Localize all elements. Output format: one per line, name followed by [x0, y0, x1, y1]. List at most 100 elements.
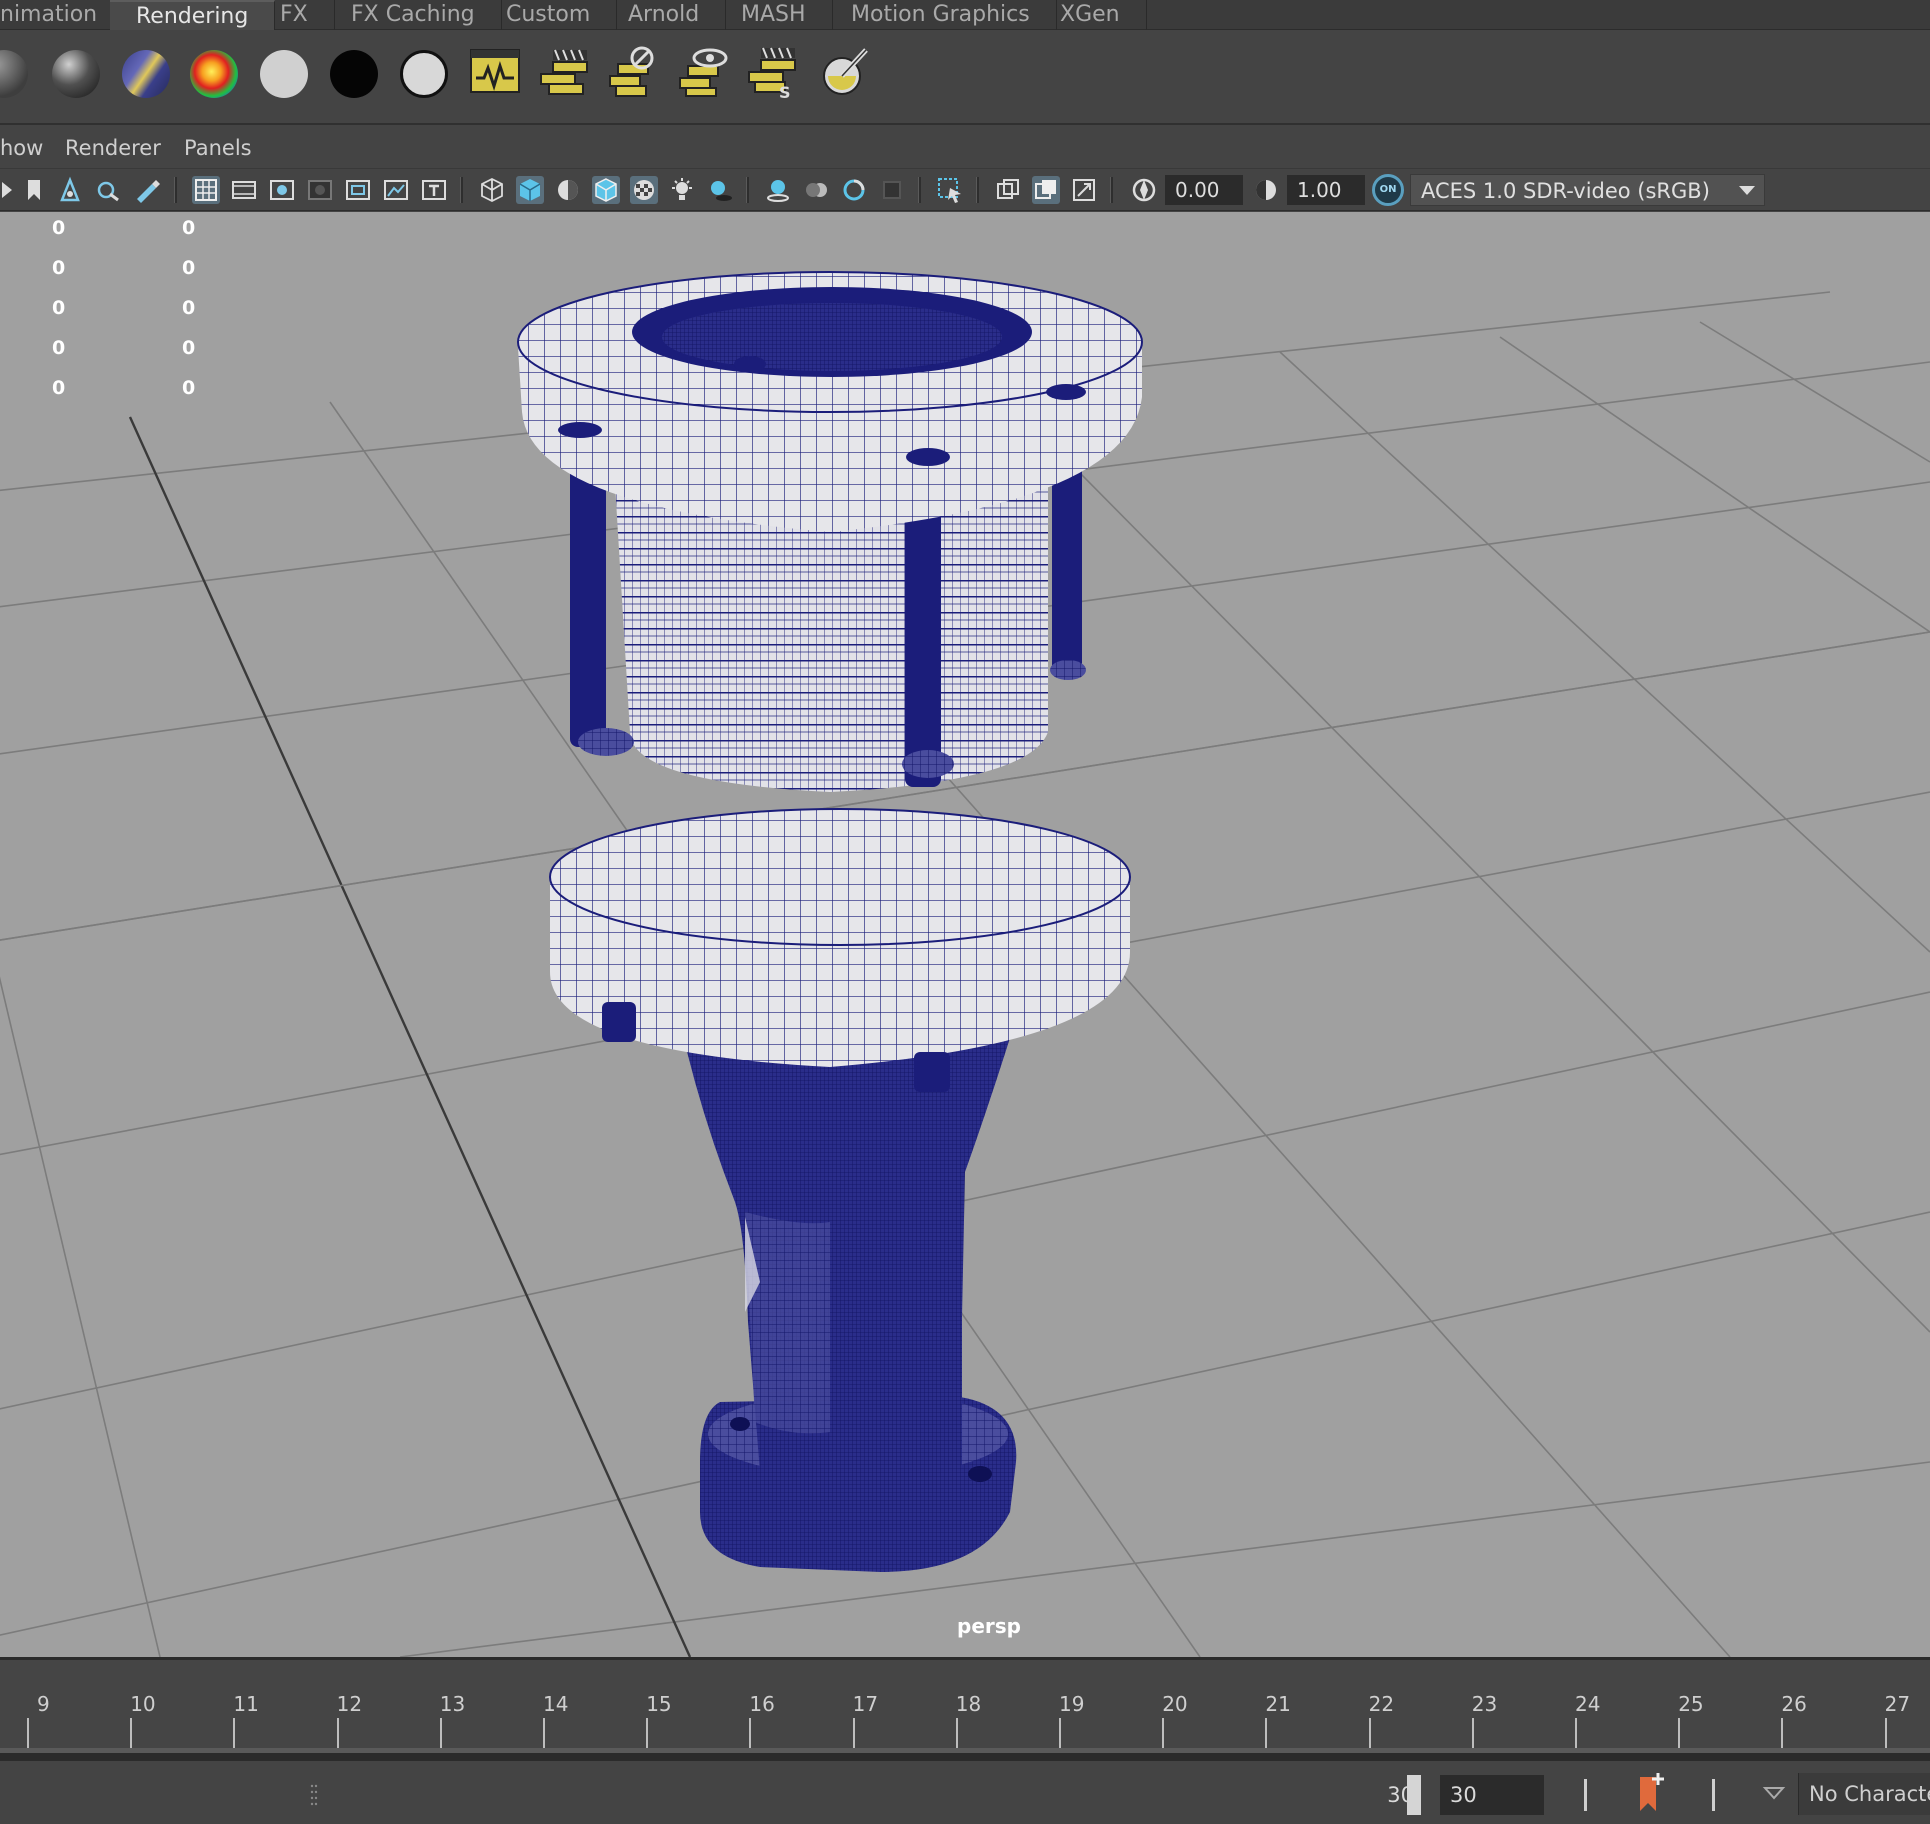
shelf-tab-animation[interactable]: nimation [0, 0, 125, 30]
xray-joints-icon[interactable] [1032, 176, 1060, 204]
gamma-field[interactable]: 1.00 [1287, 175, 1365, 205]
film-gate-icon[interactable] [230, 176, 258, 204]
shelf-tab-custom[interactable]: Custom [480, 0, 618, 30]
timeline-frame-label: 27 [1884, 1692, 1911, 1716]
shelf-tab-rendering[interactable]: Rendering [110, 0, 276, 30]
timeline-frame-label: 12 [336, 1692, 363, 1716]
shelf-tab-fx-caching[interactable]: FX Caching [325, 0, 502, 30]
gamma-icon[interactable] [1252, 176, 1280, 204]
depth-of-field-icon[interactable] [878, 176, 906, 204]
toolbar-separator [1110, 177, 1113, 203]
shelf-tab-motion-graphics[interactable]: Motion Graphics [825, 0, 1057, 30]
timeline-frame-label: 16 [749, 1692, 775, 1716]
surface-shader-white-icon[interactable] [260, 50, 308, 98]
shelf-tab-xgen[interactable]: XGen [1034, 0, 1147, 30]
ipr-render-icon[interactable] [606, 44, 660, 98]
safe-action-icon[interactable] [382, 176, 410, 204]
blinn-sphere-icon[interactable] [52, 50, 100, 98]
render-current-frame-icon[interactable] [537, 44, 591, 98]
toolbar-separator [174, 177, 177, 203]
character-set-dropdown[interactable]: No Character Set [1798, 1773, 1930, 1815]
batch-render-icon[interactable]: S [745, 44, 799, 98]
lambert-sphere-icon[interactable] [0, 50, 28, 98]
perspective-viewport[interactable]: 0000000000 persp [0, 212, 1930, 1657]
hypershade-icon[interactable] [818, 44, 872, 98]
surface-shader-black-icon[interactable] [330, 50, 378, 98]
timeline-tick [1265, 1718, 1268, 1748]
timeline-frame-label: 15 [646, 1692, 672, 1716]
render-view-icon[interactable] [468, 44, 522, 98]
use-background-icon[interactable] [400, 50, 448, 98]
range-slider: 30 30 No Character Set [0, 1753, 1930, 1824]
timeline-tick [1059, 1718, 1061, 1748]
drag-handle-icon[interactable] [310, 1783, 318, 1807]
ramp-shader-icon[interactable] [190, 50, 238, 98]
xray-icon[interactable] [994, 176, 1022, 204]
time-slider[interactable]: 9 10 11 12 13 14 15 16 17 18 19 20 21 22 23 24 25 26 27 [0, 1657, 1930, 1756]
timeline-frame-label: 24 [1575, 1692, 1601, 1716]
menu-show[interactable]: how [0, 136, 43, 160]
lower-flange [549, 808, 1131, 1067]
range-end-handle[interactable] [1407, 1775, 1421, 1815]
timeline-tick [1471, 1718, 1474, 1748]
anisotropic-sphere-icon[interactable] [122, 50, 170, 98]
exposure-icon[interactable] [1130, 176, 1158, 204]
svg-text:S: S [779, 83, 791, 98]
field-chart-icon[interactable] [344, 176, 372, 204]
xray-components-icon[interactable] [1070, 176, 1098, 204]
grease-pencil-icon[interactable] [132, 176, 160, 204]
shelf-tab-mash[interactable]: MASH [715, 0, 833, 30]
shelf-tab-arnold[interactable]: Arnold [602, 0, 727, 30]
gate-mask-icon[interactable] [306, 176, 334, 204]
safe-title-icon[interactable] [420, 176, 448, 204]
timeline-frame-label: 26 [1781, 1692, 1807, 1716]
screen-space-ao-icon[interactable] [764, 176, 792, 204]
expansion-joint-mesh[interactable] [0, 212, 1930, 1657]
toolbar-separator [918, 177, 921, 203]
chevron-down-icon[interactable] [1762, 1783, 1786, 1803]
shadows-icon[interactable] [706, 176, 734, 204]
auto-key-icon[interactable] [1636, 1771, 1668, 1815]
range-divider [1584, 1779, 1587, 1811]
smooth-shade-icon[interactable] [516, 176, 544, 204]
timeline-tick [543, 1718, 545, 1748]
timeline-frame-label: 10 [130, 1692, 156, 1716]
wireframe-icon[interactable] [478, 176, 506, 204]
panel-menu-bar: how Renderer Panels [0, 127, 1930, 169]
timeline-tick [1162, 1718, 1165, 1748]
camera-attributes-icon[interactable] [56, 176, 84, 204]
timeline-frame-label: 13 [439, 1692, 466, 1716]
textured-icon[interactable] [630, 176, 658, 204]
timeline-frame-label: 18 [955, 1692, 982, 1716]
anti-aliasing-icon[interactable] [840, 176, 868, 204]
camera-name-label: persp [957, 1614, 1021, 1638]
view-transform-dropdown[interactable]: ACES 1.0 SDR-video (sRGB) [1410, 174, 1765, 206]
timeline-frame-label: 22 [1368, 1692, 1395, 1716]
toolbar-separator [746, 177, 749, 203]
grid-icon[interactable] [192, 176, 220, 204]
animation-end-field[interactable]: 30 [1440, 1775, 1544, 1815]
wireframe-on-shaded-icon[interactable] [592, 176, 620, 204]
isolate-select-icon[interactable] [936, 176, 964, 204]
exposure-field[interactable]: 0.00 [1165, 175, 1243, 205]
use-all-lights-icon[interactable] [668, 176, 696, 204]
timeline-tick [1368, 1718, 1371, 1748]
camera-bookmark-icon[interactable] [20, 176, 48, 204]
timeline-tick [646, 1718, 649, 1748]
image-plane-icon[interactable] [94, 176, 122, 204]
render-settings-icon[interactable] [676, 44, 730, 98]
motion-blur-icon[interactable] [802, 176, 830, 204]
color-management-toggle[interactable]: ON [1372, 174, 1404, 206]
chevron-down-icon[interactable] [1730, 174, 1764, 206]
menu-renderer[interactable]: Renderer [65, 136, 161, 160]
range-divider [1712, 1779, 1715, 1811]
timeline-tick [27, 1718, 29, 1748]
timeline-frame-label: 21 [1265, 1692, 1291, 1716]
shelf-tab-bar: nimation Rendering FX FX Caching Custom … [0, 0, 1930, 30]
resolution-gate-icon[interactable] [268, 176, 296, 204]
timeline-tick [1678, 1718, 1681, 1748]
timeline-tick [749, 1718, 752, 1748]
shelf-tab-fx[interactable]: FX [254, 0, 335, 30]
menu-panels[interactable]: Panels [184, 136, 252, 160]
default-material-icon[interactable] [554, 176, 582, 204]
